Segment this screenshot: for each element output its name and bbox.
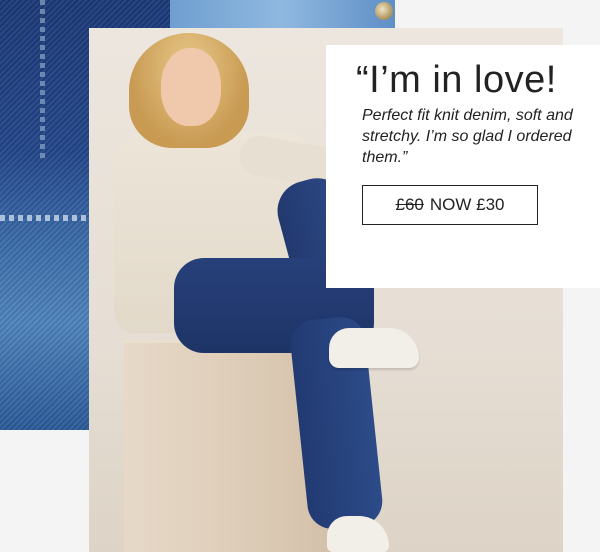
model-sneaker-raised: [329, 328, 419, 368]
denim-light-patch: [170, 0, 395, 28]
original-price: £60: [395, 195, 424, 214]
sale-price: NOW £30: [429, 195, 505, 214]
model-face: [161, 48, 221, 126]
quote-title: “I’m in love!: [356, 59, 557, 101]
denim-seam-vertical: [40, 0, 45, 160]
denim-seam-horizontal: [0, 215, 95, 221]
model-sneaker-floor: [327, 516, 389, 552]
quote-body: Perfect fit knit denim, soft and stretch…: [362, 107, 573, 166]
denim-rivet: [375, 2, 393, 20]
price-button[interactable]: £60 NOW £30: [362, 185, 538, 225]
promo-banner: “I’m in love! Perfect fit knit denim, so…: [0, 0, 600, 552]
quote-card: “I’m in love! Perfect fit knit denim, so…: [326, 45, 600, 288]
